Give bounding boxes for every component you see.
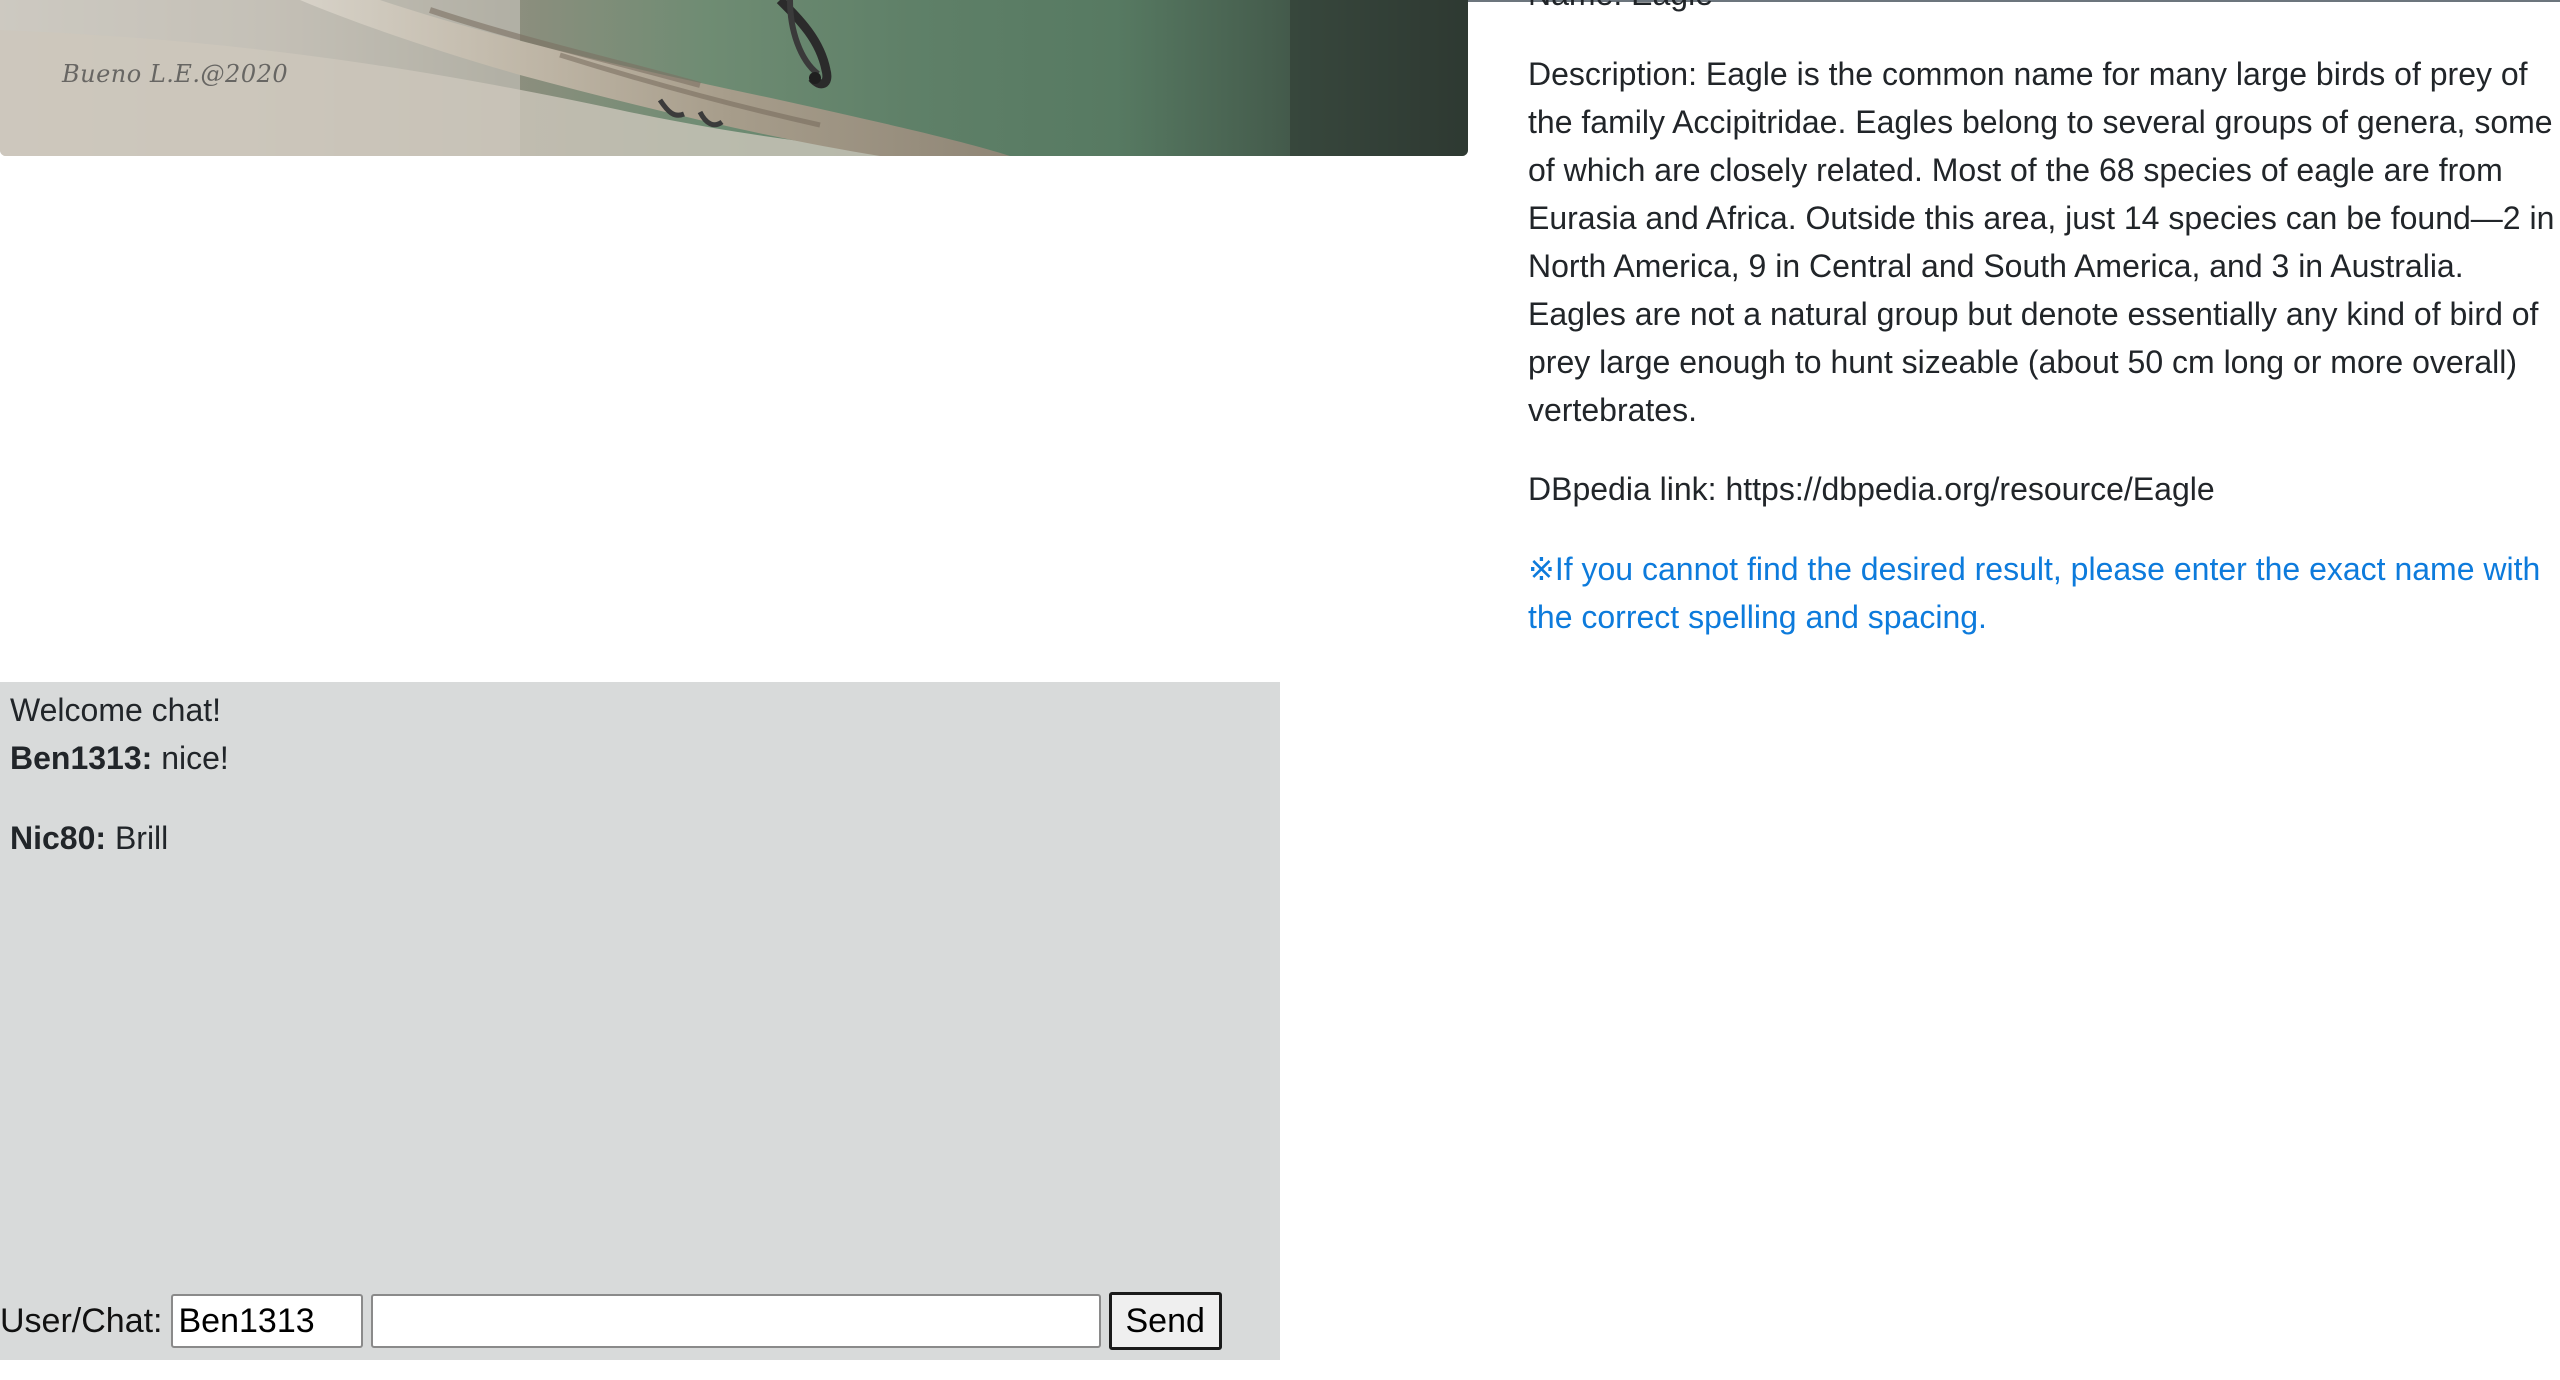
chat-box: Welcome chat! Ben1313: nice! Nic80: Bril… — [0, 682, 1280, 1360]
send-button[interactable]: Send — [1108, 1292, 1222, 1350]
chat-text: Brill — [106, 820, 169, 856]
message-input[interactable] — [370, 1294, 1101, 1348]
chat-message: Ben1313: nice! — [10, 734, 229, 782]
chat-username: Ben1313: — [10, 740, 153, 776]
chat-message: Nic80: Brill — [10, 814, 168, 862]
chat-text: nice! — [152, 740, 229, 776]
chat-form: User/Chat: Send — [0, 1290, 1222, 1352]
chat-welcome: Welcome chat! — [10, 692, 222, 728]
chat-form-label: User/Chat: — [0, 1301, 163, 1340]
bird-photo: Bueno L.E.@2020 — [0, 0, 1468, 156]
page: Bueno L.E.@2020 Name: Eagle Description:… — [0, 0, 2560, 1380]
dbpedia-link: DBpedia link: https://dbpedia.org/resour… — [1528, 471, 2215, 507]
photo-watermark: Bueno L.E.@2020 — [62, 60, 289, 88]
chat-username: Nic80: — [10, 820, 107, 856]
species-name: Name: Eagle — [1528, 0, 1713, 18]
search-notice: ※If you cannot find the desired result, … — [1528, 551, 2541, 635]
username-input[interactable] — [170, 1294, 363, 1348]
species-description: Description: Eagle is the common name fo… — [1528, 56, 2555, 428]
